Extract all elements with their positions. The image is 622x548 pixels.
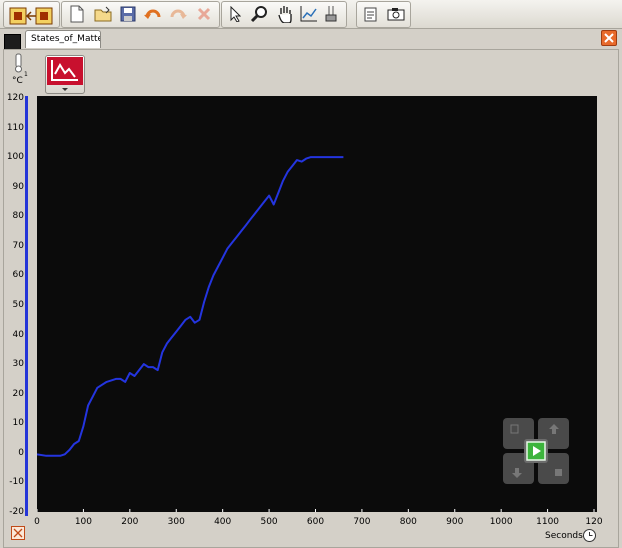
y-tick-label: 50 bbox=[12, 300, 24, 310]
play-button[interactable] bbox=[524, 439, 548, 463]
y-tick-label: 70 bbox=[12, 240, 24, 251]
file-manager-group bbox=[3, 1, 60, 28]
y-tick-label: -20 bbox=[9, 507, 24, 517]
clock-icon[interactable] bbox=[583, 529, 596, 542]
y-axis-unit-label: °C bbox=[12, 76, 23, 86]
graph-tool-button[interactable] bbox=[45, 55, 85, 94]
y-tick-label: 90 bbox=[12, 181, 24, 192]
main-toolbar bbox=[0, 0, 622, 29]
x-tick-label: 1000 bbox=[489, 517, 513, 527]
x-tick-label: 700 bbox=[353, 517, 371, 527]
temperature-series-line[interactable] bbox=[36, 156, 344, 457]
undo-icon[interactable] bbox=[142, 3, 164, 24]
x-tick-label: 300 bbox=[167, 517, 185, 527]
y-tick-label: 40 bbox=[12, 329, 24, 340]
save-icon[interactable] bbox=[117, 3, 139, 24]
open-file-icon[interactable] bbox=[92, 3, 114, 24]
y-tick-label: 80 bbox=[12, 211, 24, 222]
redo-icon[interactable] bbox=[167, 3, 189, 24]
y-tick-label: 30 bbox=[12, 359, 24, 370]
x-tick-label: 900 bbox=[446, 517, 464, 527]
y-tick-label: 60 bbox=[12, 270, 24, 281]
data-table-icon[interactable] bbox=[11, 526, 25, 540]
graph-navigation-pad bbox=[503, 418, 569, 484]
x-tick-label: 800 bbox=[399, 517, 417, 527]
y-tick-label: 20 bbox=[12, 388, 24, 399]
x-tick-label: 500 bbox=[260, 517, 278, 527]
file-manager-icon[interactable] bbox=[6, 5, 56, 26]
y-tick-label: 10 bbox=[12, 418, 24, 429]
y-tick-label: 120 bbox=[6, 93, 24, 103]
thermometer-icon[interactable] bbox=[10, 53, 28, 73]
x-axis-unit-label: Seconds bbox=[545, 531, 583, 541]
graph-options-icon[interactable] bbox=[299, 3, 321, 24]
delete-icon[interactable] bbox=[193, 3, 215, 24]
notes-icon[interactable] bbox=[360, 3, 382, 24]
new-file-icon[interactable] bbox=[66, 3, 88, 24]
close-icon[interactable] bbox=[601, 30, 617, 46]
sensor-number: 1 bbox=[24, 71, 28, 78]
y-axis-scale-bar[interactable] bbox=[25, 96, 28, 516]
pan-hand-icon[interactable] bbox=[274, 3, 296, 24]
zoom-icon[interactable] bbox=[249, 3, 271, 24]
select-cursor-icon[interactable] bbox=[224, 3, 246, 24]
y-tick-label: -10 bbox=[9, 477, 24, 488]
x-tick-label: 200 bbox=[121, 517, 139, 527]
sensor-setup-icon[interactable] bbox=[322, 3, 344, 24]
x-tick-label: 400 bbox=[214, 517, 232, 527]
y-tick-label: 100 bbox=[6, 152, 24, 163]
camera-icon[interactable] bbox=[385, 3, 407, 24]
y-tick-label: 0 bbox=[18, 447, 24, 458]
x-tick-label: 100 bbox=[74, 517, 92, 527]
x-tick-label: 120 bbox=[585, 517, 603, 527]
x-tick-label: 1100 bbox=[536, 517, 560, 527]
y-tick-label: 110 bbox=[6, 122, 24, 133]
workspace-icon[interactable] bbox=[4, 34, 21, 50]
tab-states-of-matte[interactable]: States_of_Matte bbox=[25, 30, 101, 48]
x-tick-label: 600 bbox=[306, 517, 325, 527]
x-tick-label: 0 bbox=[34, 517, 40, 527]
